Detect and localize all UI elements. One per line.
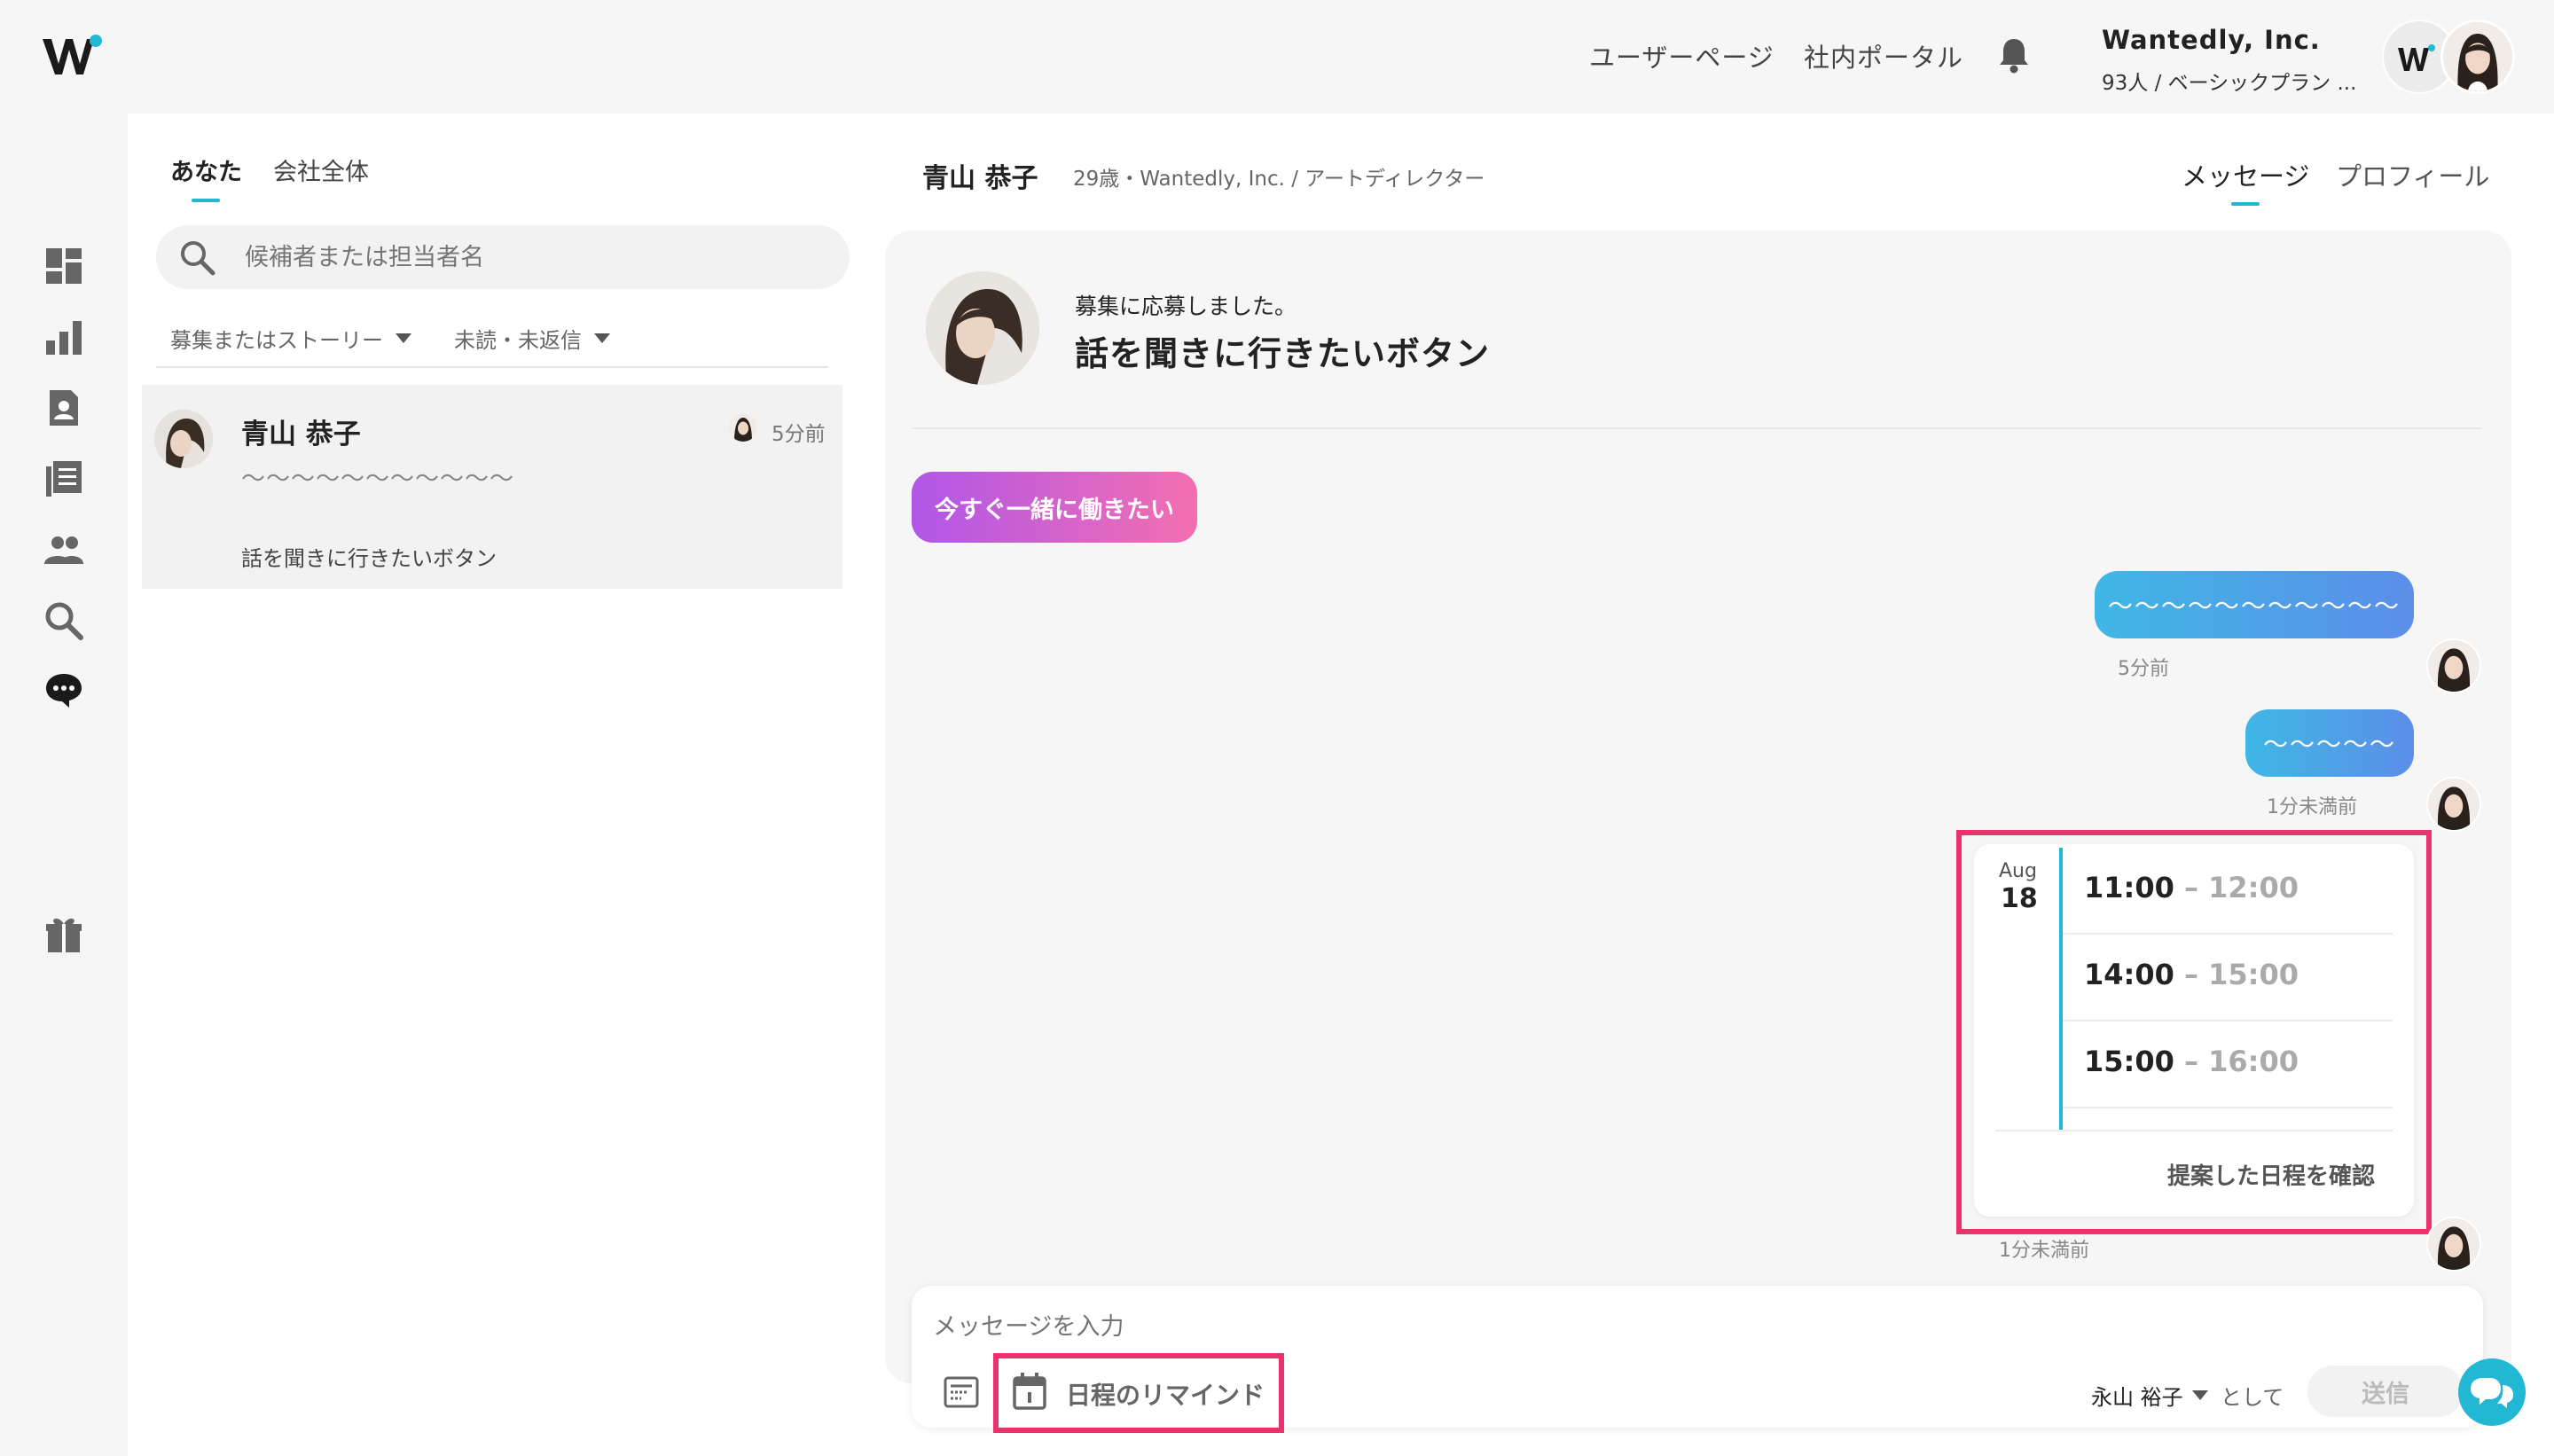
slot-start: 14:00 <box>2084 958 2174 991</box>
candidate-avatar <box>154 410 213 468</box>
slot-divider <box>2063 933 2393 935</box>
send-button[interactable]: 送信 <box>2307 1366 2464 1417</box>
wantedly-logo[interactable] <box>41 34 103 80</box>
applicant-avatar <box>926 271 1039 385</box>
user-page-link[interactable]: ユーザーページ <box>1589 37 1774 74</box>
chat-candidate-name: 青山 恭子 <box>922 163 1038 194</box>
active-tab-indicator <box>192 199 220 202</box>
caret-down-icon <box>2191 1390 2208 1400</box>
applied-label: 募集に応募しました。 <box>1075 294 1297 319</box>
bell-icon[interactable] <box>1995 35 2033 74</box>
active-tab-indicator <box>2231 202 2260 206</box>
conversation-candidate-name: 青山 恭子 <box>241 419 361 450</box>
bar-chart-icon[interactable] <box>43 316 85 358</box>
time-slot: 14:00 – 15:00 <box>2084 958 2299 991</box>
time-slot: 11:00 – 12:00 <box>2084 871 2299 904</box>
conversation-preview: 〜〜〜〜〜〜〜〜〜〜〜 <box>241 466 514 493</box>
time-slot: 15:00 – 16:00 <box>2084 1045 2299 1078</box>
calendar-icon[interactable] <box>1011 1371 1048 1412</box>
chat-candidate-subtitle: 29歳・Wantedly, Inc. / アートディレクター <box>1073 168 1485 191</box>
as-label: として <box>2221 1385 2284 1410</box>
sender-avatar <box>2426 638 2481 693</box>
people-icon[interactable] <box>43 528 85 571</box>
company-name[interactable]: Wantedly, Inc. <box>2102 25 2321 55</box>
search-nav-icon[interactable] <box>43 599 85 642</box>
slot-end: – 15:00 <box>2174 958 2299 991</box>
filter-unread-label: 未読・未返信 <box>454 328 582 353</box>
search-input[interactable] <box>245 225 830 289</box>
conversation-time: 5分前 <box>772 423 826 446</box>
top-bar <box>0 0 2554 114</box>
help-chat-icon <box>2471 1378 2513 1408</box>
message-time: 1分未満前 <box>2267 796 2357 818</box>
company-plan: 93人 / ベーシックプラン ... <box>2102 72 2357 95</box>
gift-icon[interactable] <box>43 913 85 956</box>
sender-avatar <box>2426 777 2481 832</box>
tab-company[interactable]: 会社全体 <box>273 153 369 187</box>
filter-unread[interactable]: 未読・未返信 <box>454 323 610 354</box>
search-icon <box>181 241 215 276</box>
message-time: 1分未満前 <box>1999 1240 2089 1262</box>
slot-indicator-bar <box>2059 848 2063 1130</box>
slot-divider <box>2063 1020 2393 1022</box>
tab-you[interactable]: あなた <box>170 153 242 187</box>
message-bubble: 〜〜〜〜〜 <box>2245 709 2414 777</box>
schedule-remind-button[interactable]: 日程のリマインド <box>1066 1376 1265 1412</box>
portal-link[interactable]: 社内ポータル <box>1804 37 1963 74</box>
applied-job-title[interactable]: 話を聞きに行きたいボタン <box>1075 326 1490 375</box>
card-divider <box>1995 1130 2393 1131</box>
tab-messages[interactable]: メッセージ <box>2182 156 2309 193</box>
help-chat-button[interactable] <box>2458 1358 2526 1426</box>
sender-avatar <box>2426 1217 2481 1272</box>
template-icon[interactable] <box>942 1373 981 1412</box>
message-input[interactable] <box>933 1303 2174 1350</box>
slot-start: 15:00 <box>2084 1045 2174 1078</box>
slot-divider <box>2063 1107 2393 1108</box>
contact-card-icon[interactable] <box>43 387 85 429</box>
slot-start: 11:00 <box>2084 871 2174 904</box>
message-time: 5分前 <box>2118 658 2169 680</box>
chat-bubble-icon[interactable] <box>43 669 85 711</box>
schedule-month: Aug <box>1999 860 2037 882</box>
sender-name: 永山 裕子 <box>2091 1385 2183 1410</box>
list-icon[interactable] <box>43 458 85 500</box>
slot-end: – 16:00 <box>2174 1045 2299 1078</box>
divider <box>912 427 2481 429</box>
sender-select[interactable]: 永山 裕子 <box>2091 1380 2208 1411</box>
caret-down-icon <box>594 333 610 343</box>
interest-badge: 今すぐ一緒に働きたい <box>912 472 1197 543</box>
divider <box>156 366 828 368</box>
confirm-schedule-link[interactable]: 提案した日程を確認 <box>2167 1158 2375 1191</box>
filter-recruitment[interactable]: 募集またはストーリー <box>170 323 411 354</box>
dashboard-icon[interactable] <box>43 245 85 287</box>
user-avatar[interactable] <box>2440 20 2515 94</box>
conversation-application: 話を聞きに行きたいボタン <box>241 546 497 571</box>
tab-profile[interactable]: プロフィール <box>2336 156 2489 193</box>
slot-end: – 12:00 <box>2174 871 2299 904</box>
assignee-avatar <box>729 413 757 442</box>
filter-recruitment-label: 募集またはストーリー <box>170 328 383 353</box>
caret-down-icon <box>396 333 411 343</box>
message-bubble: 〜〜〜〜〜〜〜〜〜〜〜 <box>2095 571 2414 638</box>
schedule-day: 18 <box>2001 883 2038 914</box>
